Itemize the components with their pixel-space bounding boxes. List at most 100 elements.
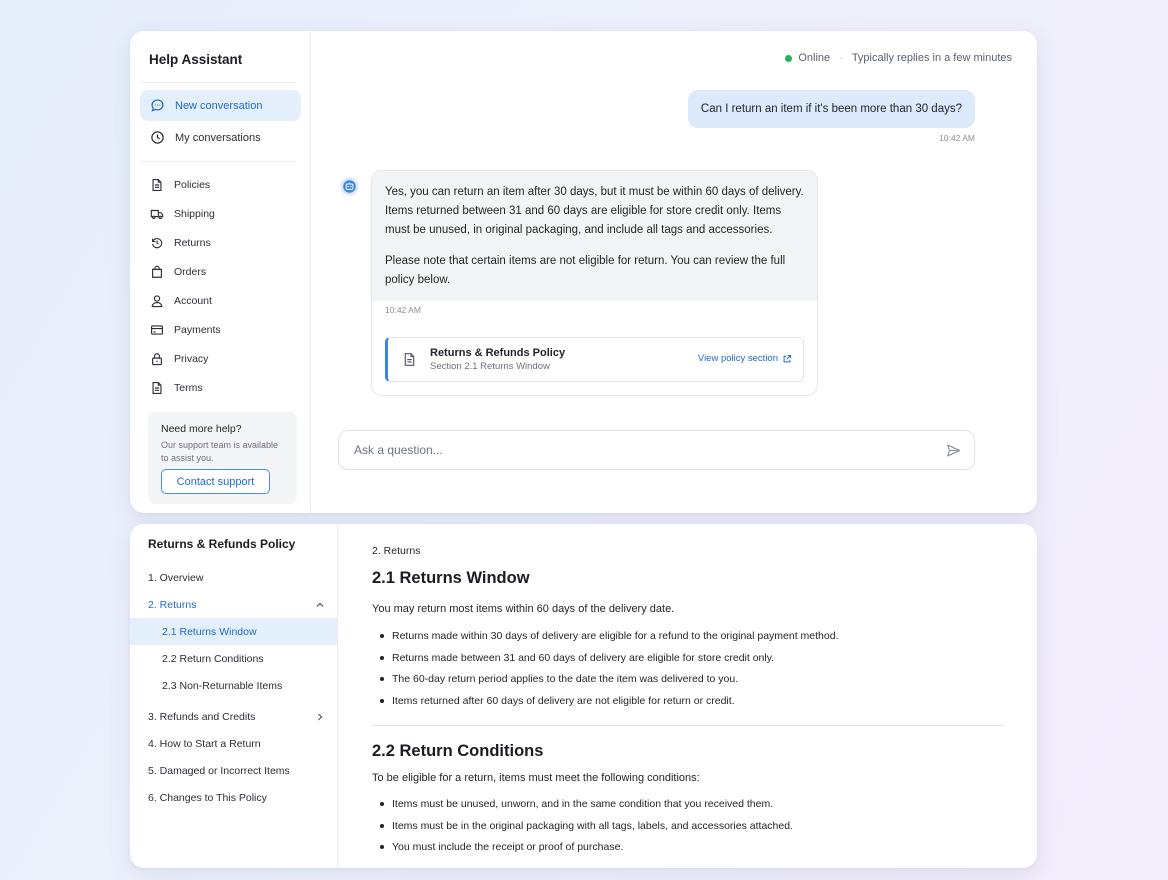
view-policy-section-label: View policy section bbox=[697, 353, 778, 364]
help-title: Need more help? bbox=[161, 423, 242, 435]
sidebar-item-terms[interactable]: Terms bbox=[140, 374, 301, 402]
view-policy-section-link[interactable]: View policy section bbox=[698, 353, 792, 364]
policy-document-panel: Returns & Refunds Policy 1. Overview 2. … bbox=[130, 524, 1037, 868]
policy-reference-subtitle: Section 2.1 Returns Window bbox=[430, 361, 550, 372]
toc-item-refunds-and-credits[interactable]: 3. Refunds and Credits bbox=[130, 703, 337, 730]
user-message-bubble: Can I return an item if it's been more t… bbox=[687, 90, 975, 128]
section-intro: To be eligible for a return, items must … bbox=[372, 772, 700, 784]
help-panel: Need more help? Our support team is avai… bbox=[148, 412, 297, 504]
list-item: Items must be unused, unworn, and in the… bbox=[372, 797, 793, 819]
new-conversation-button[interactable]: New conversation bbox=[140, 90, 301, 121]
policy-reference-title: Returns & Refunds Policy bbox=[430, 347, 566, 359]
sidebar-item-orders[interactable]: Orders bbox=[140, 258, 301, 286]
my-conversations-button[interactable]: My conversations bbox=[140, 122, 301, 153]
sidebar-item-label: Privacy bbox=[174, 353, 209, 365]
toc-item-changes-to-this-policy[interactable]: 6. Changes to This Policy bbox=[130, 784, 337, 811]
status-indicator: Online · Typically replies in a few minu… bbox=[785, 52, 1012, 64]
new-conversation-label: New conversation bbox=[175, 99, 263, 112]
sidebar-item-payments[interactable]: Payments bbox=[140, 316, 301, 344]
assistant-message-card: Yes, you can return an item after 30 day… bbox=[371, 170, 818, 396]
toc-item-damaged-or-incorrect-items[interactable]: 5. Damaged or Incorrect Items bbox=[130, 757, 337, 784]
credit-card-icon bbox=[151, 325, 163, 335]
document-icon bbox=[404, 353, 415, 366]
list-item: Items returned after 60 days of delivery… bbox=[372, 694, 839, 716]
question-input-box bbox=[338, 430, 975, 470]
external-link-icon bbox=[783, 354, 791, 362]
lock-icon bbox=[152, 353, 162, 366]
document-icon bbox=[152, 382, 162, 394]
online-status-dot bbox=[785, 54, 793, 62]
toc-item-non-returnable-items[interactable]: 2.3 Non-Returnable Items bbox=[130, 672, 337, 699]
app-title: Help Assistant bbox=[149, 52, 243, 67]
toc-item-label: 2. Returns bbox=[148, 598, 197, 611]
list-item: Items must be in the original packaging … bbox=[372, 819, 793, 841]
return-arrow-icon bbox=[152, 238, 163, 249]
assistant-message-paragraph: Please note that certain items are not e… bbox=[385, 255, 786, 286]
my-conversations-label: My conversations bbox=[175, 131, 261, 144]
assistant-message: Yes, you can return an item after 30 day… bbox=[372, 171, 817, 301]
policy-reference-card[interactable]: Returns & Refunds Policy Section 2.1 Ret… bbox=[385, 337, 804, 382]
toc-item-label: 5. Damaged or Incorrect Items bbox=[148, 764, 290, 777]
policy-table-of-contents: Returns & Refunds Policy 1. Overview 2. … bbox=[130, 524, 338, 868]
list-item: Returns made within 30 days of delivery … bbox=[372, 629, 839, 651]
breadcrumb: 2. Returns bbox=[372, 545, 421, 557]
help-text: Our support team is available to assist … bbox=[161, 440, 279, 463]
policy-document-body: 2. Returns 2.1 Returns Window You may re… bbox=[372, 524, 1005, 868]
sidebar-item-label: Returns bbox=[174, 237, 211, 249]
sidebar: Help Assistant New conversation My conve… bbox=[130, 31, 311, 513]
section-intro: You may return most items within 60 days… bbox=[372, 603, 675, 615]
toc-item-label: 1. Overview bbox=[148, 571, 204, 584]
user-icon bbox=[151, 295, 163, 308]
list-item: You must include the receipt or proof of… bbox=[372, 840, 793, 862]
section-bullet-list: Items must be unused, unworn, and in the… bbox=[372, 797, 793, 862]
toc-item-returns-window[interactable]: 2.1 Returns Window bbox=[130, 618, 337, 645]
truck-icon bbox=[150, 209, 164, 220]
toc-item-label: 2.2 Return Conditions bbox=[162, 652, 264, 665]
assistant-message-time: 10:42 AM bbox=[385, 305, 421, 315]
separator-dot: · bbox=[839, 52, 843, 64]
shopping-bag-icon bbox=[152, 265, 162, 278]
clock-icon bbox=[151, 131, 164, 144]
sidebar-item-account[interactable]: Account bbox=[140, 287, 301, 315]
bot-avatar-icon bbox=[340, 177, 359, 196]
list-item: The 60-day return period applies to the … bbox=[372, 672, 839, 694]
sidebar-item-label: Payments bbox=[174, 324, 221, 336]
policy-reference-text: Returns & Refunds Policy Section 2.1 Ret… bbox=[430, 347, 565, 372]
toc-item-overview[interactable]: 1. Overview bbox=[130, 564, 337, 591]
section-bullet-list: Returns made within 30 days of delivery … bbox=[372, 629, 839, 715]
chevron-right-icon bbox=[318, 713, 323, 721]
list-item: Returns made between 31 and 60 days of d… bbox=[372, 651, 839, 673]
sidebar-item-shipping[interactable]: Shipping bbox=[140, 200, 301, 228]
toc-item-label: 4. How to Start a Return bbox=[148, 737, 261, 750]
toc-item-returns[interactable]: 2. Returns bbox=[130, 591, 337, 618]
help-assistant-window: Help Assistant New conversation My conve… bbox=[130, 31, 1037, 513]
toc-item-label: 3. Refunds and Credits bbox=[148, 710, 256, 723]
toc-item-return-conditions[interactable]: 2.2 Return Conditions bbox=[130, 645, 337, 672]
sidebar-item-label: Account bbox=[174, 295, 212, 307]
toc-title: Returns & Refunds Policy bbox=[148, 537, 296, 551]
section-heading: 2.1 Returns Window bbox=[372, 569, 530, 587]
divider bbox=[140, 82, 296, 83]
question-input[interactable] bbox=[354, 443, 914, 457]
sidebar-item-returns[interactable]: Returns bbox=[140, 229, 301, 257]
status-detail: Typically replies in a few minutes bbox=[851, 52, 1012, 64]
user-message-time: 10:42 AM bbox=[939, 133, 975, 143]
document-icon bbox=[152, 179, 162, 191]
sidebar-item-privacy[interactable]: Privacy bbox=[140, 345, 301, 373]
section-heading: 2.2 Return Conditions bbox=[372, 742, 544, 760]
toc-item-label: 6. Changes to This Policy bbox=[148, 791, 267, 804]
divider bbox=[140, 161, 296, 162]
sidebar-item-label: Shipping bbox=[174, 208, 215, 220]
contact-support-button[interactable]: Contact support bbox=[161, 469, 270, 494]
toc-item-how-to-start-a-return[interactable]: 4. How to Start a Return bbox=[130, 730, 337, 757]
assistant-message-paragraph: Yes, you can return an item after 30 day… bbox=[385, 186, 804, 236]
section-divider bbox=[372, 725, 1004, 726]
sidebar-item-label: Orders bbox=[174, 266, 207, 278]
user-message-text: Can I return an item if it's been more t… bbox=[700, 103, 962, 115]
send-icon[interactable] bbox=[946, 443, 961, 458]
sidebar-item-policies[interactable]: Policies bbox=[140, 171, 301, 199]
chat-bubble-icon bbox=[151, 99, 164, 112]
status-label: Online bbox=[798, 52, 831, 64]
toc-item-label: 2.3 Non-Returnable Items bbox=[162, 679, 283, 692]
chat-panel: Online · Typically replies in a few minu… bbox=[312, 31, 1037, 513]
